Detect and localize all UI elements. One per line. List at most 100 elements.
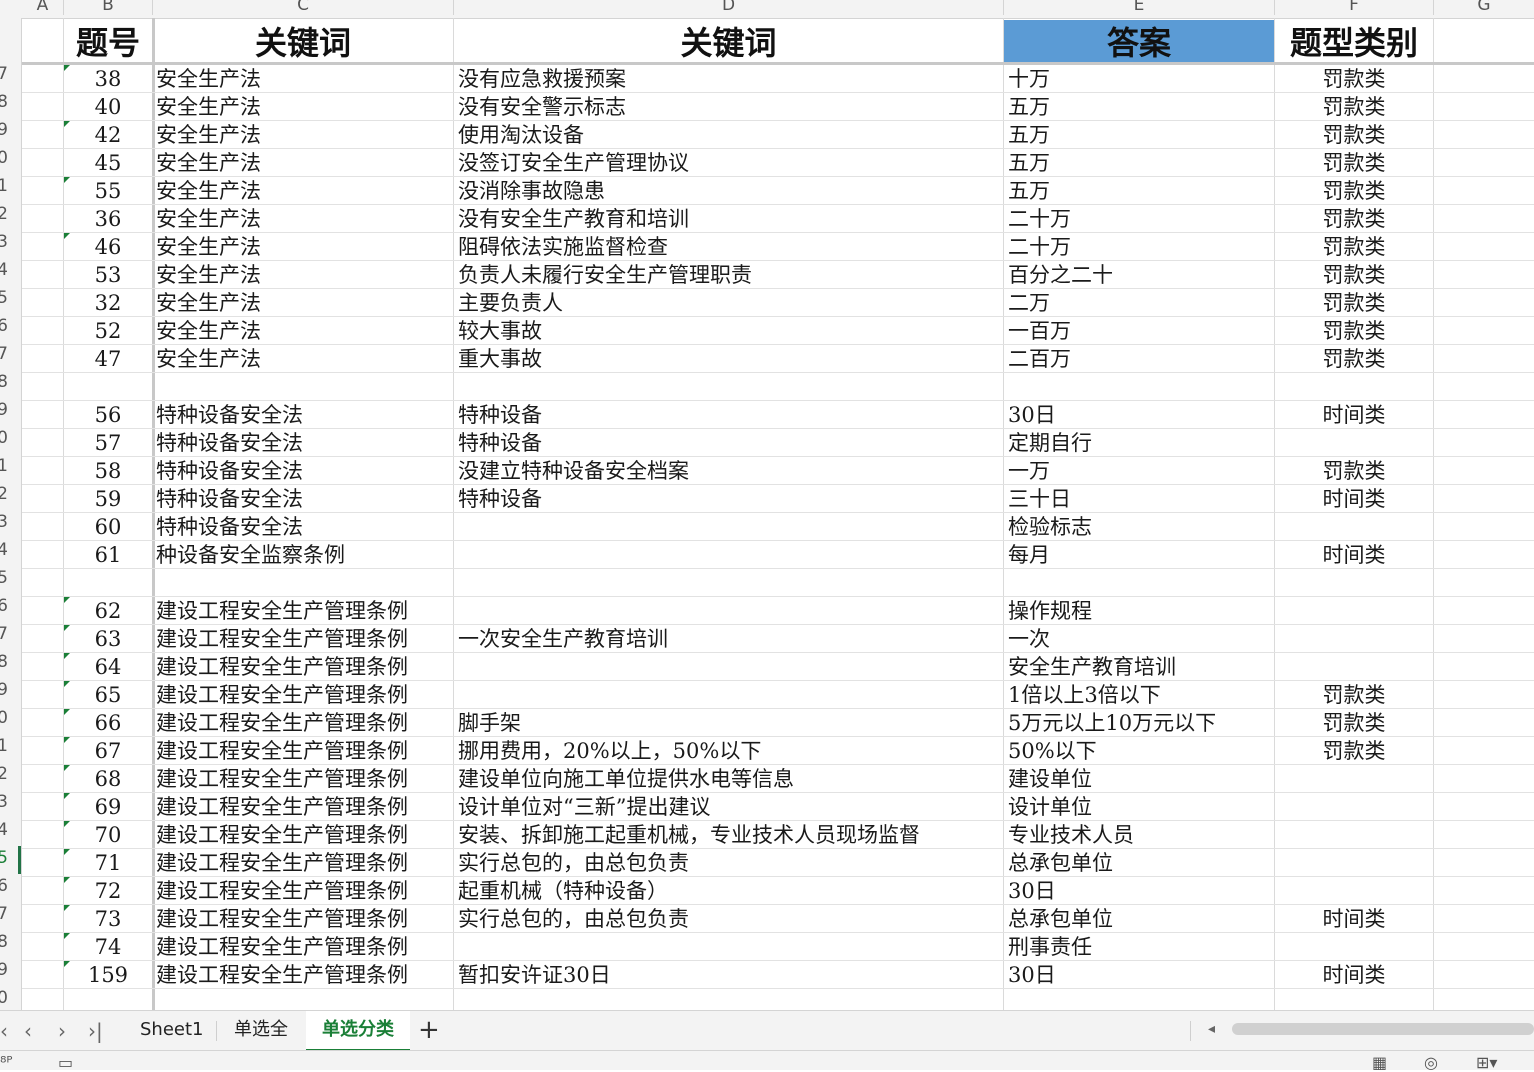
- row-number[interactable]: 9: [0, 400, 8, 420]
- cell-ans[interactable]: 二十万: [1008, 233, 1274, 261]
- cell-cat[interactable]: [1275, 513, 1433, 541]
- row-number[interactable]: 5: [0, 288, 8, 308]
- cell-law[interactable]: 安全生产法: [156, 93, 453, 121]
- cell-law[interactable]: 安全生产法: [156, 149, 453, 177]
- cell-cat[interactable]: 时间类: [1275, 401, 1433, 429]
- cell-kw[interactable]: 重大事故: [458, 345, 1003, 373]
- row-number[interactable]: 7: [0, 624, 8, 644]
- row-number[interactable]: 0: [0, 988, 8, 1008]
- cell-num[interactable]: 47: [64, 345, 152, 373]
- cell-ans[interactable]: 30日: [1008, 877, 1274, 905]
- row-number[interactable]: 2: [0, 484, 8, 504]
- cell-law[interactable]: 建设工程安全生产管理条例: [156, 597, 453, 625]
- header-question-type[interactable]: 题型类别: [1275, 20, 1433, 62]
- cell-ans[interactable]: 五万: [1008, 149, 1274, 177]
- cell-kw[interactable]: 实行总包的，由总包负责: [458, 905, 1003, 933]
- cell-kw[interactable]: 脚手架: [458, 709, 1003, 737]
- row-number[interactable]: 9: [0, 960, 8, 980]
- cell-cat[interactable]: 罚款类: [1275, 233, 1433, 261]
- cell-ans[interactable]: 总承包单位: [1008, 849, 1274, 877]
- row-number[interactable]: 9: [0, 680, 8, 700]
- cell-ans[interactable]: 一万: [1008, 457, 1274, 485]
- cell-cat[interactable]: 时间类: [1275, 905, 1433, 933]
- cell-num[interactable]: 52: [64, 317, 152, 345]
- cell-num[interactable]: 63: [64, 625, 152, 653]
- cell-num[interactable]: 159: [64, 961, 152, 989]
- first-sheet-icon[interactable]: ‹: [0, 1019, 8, 1043]
- cell-cat[interactable]: 时间类: [1275, 541, 1433, 569]
- cell-law[interactable]: 建设工程安全生产管理条例: [156, 905, 453, 933]
- cell-ans[interactable]: 检验标志: [1008, 513, 1274, 541]
- cell-kw[interactable]: [458, 373, 1003, 401]
- cell-num[interactable]: 58: [64, 457, 152, 485]
- cell-law[interactable]: 特种设备安全法: [156, 513, 453, 541]
- cell-kw[interactable]: 较大事故: [458, 317, 1003, 345]
- tab-single-category[interactable]: 单选分类: [306, 1011, 410, 1051]
- cell-law[interactable]: 安全生产法: [156, 65, 453, 93]
- cell-ans[interactable]: 五万: [1008, 177, 1274, 205]
- cell-cat[interactable]: 罚款类: [1275, 737, 1433, 765]
- column-header-c[interactable]: C: [153, 0, 454, 15]
- last-sheet-icon[interactable]: ›|: [88, 1019, 103, 1043]
- row-number[interactable]: 4: [0, 540, 8, 560]
- cell-num[interactable]: 45: [64, 149, 152, 177]
- cell-ans[interactable]: 二百万: [1008, 345, 1274, 373]
- cell-kw[interactable]: 没有安全生产教育和培训: [458, 205, 1003, 233]
- row-number[interactable]: 5: [0, 568, 8, 588]
- cell-num[interactable]: 32: [64, 289, 152, 317]
- row-number[interactable]: 0: [0, 708, 8, 728]
- cell-num[interactable]: 66: [64, 709, 152, 737]
- cell-law[interactable]: 建设工程安全生产管理条例: [156, 793, 453, 821]
- cell-law[interactable]: 建设工程安全生产管理条例: [156, 877, 453, 905]
- cell-law[interactable]: 建设工程安全生产管理条例: [156, 933, 453, 961]
- tab-single-all[interactable]: 单选全: [218, 1011, 304, 1049]
- cell-ans[interactable]: 50%以下: [1008, 737, 1274, 765]
- cell-num[interactable]: 53: [64, 261, 152, 289]
- cell-ans[interactable]: 三十日: [1008, 485, 1274, 513]
- cell-num[interactable]: 55: [64, 177, 152, 205]
- row-number[interactable]: 3: [0, 232, 8, 252]
- cell-num[interactable]: 72: [64, 877, 152, 905]
- cell-kw[interactable]: 没签订安全生产管理协议: [458, 149, 1003, 177]
- cell-kw[interactable]: [458, 681, 1003, 709]
- row-number[interactable]: 9: [0, 120, 8, 140]
- cell-law[interactable]: 安全生产法: [156, 177, 453, 205]
- row-number[interactable]: 4: [0, 820, 8, 840]
- cell-ans[interactable]: 五万: [1008, 93, 1274, 121]
- cell-ans[interactable]: 五万: [1008, 121, 1274, 149]
- cell-law[interactable]: 种设备安全监察条例: [156, 541, 453, 569]
- cell-cat[interactable]: 罚款类: [1275, 345, 1433, 373]
- cell-num[interactable]: [64, 373, 152, 401]
- prev-sheet-icon[interactable]: ‹: [24, 1019, 32, 1043]
- cell-cat[interactable]: [1275, 625, 1433, 653]
- cell-num[interactable]: 62: [64, 597, 152, 625]
- cell-cat[interactable]: 罚款类: [1275, 121, 1433, 149]
- page-view-icon[interactable]: ⊞▾: [1476, 1053, 1497, 1072]
- row-number[interactable]: 8: [0, 92, 8, 112]
- cell-num[interactable]: 38: [64, 65, 152, 93]
- cell-cat[interactable]: 罚款类: [1275, 177, 1433, 205]
- cell-kw[interactable]: [458, 653, 1003, 681]
- cell-law[interactable]: 建设工程安全生产管理条例: [156, 849, 453, 877]
- cell-ans[interactable]: [1008, 373, 1274, 401]
- cell-ans[interactable]: 30日: [1008, 961, 1274, 989]
- cell-kw[interactable]: [458, 513, 1003, 541]
- row-number[interactable]: 2: [0, 764, 8, 784]
- cell-kw[interactable]: 没有应急救援预案: [458, 65, 1003, 93]
- cell-ans[interactable]: 百分之二十: [1008, 261, 1274, 289]
- column-header-f[interactable]: F: [1275, 0, 1434, 15]
- cell-kw[interactable]: 没建立特种设备安全档案: [458, 457, 1003, 485]
- row-number[interactable]: 4: [0, 260, 8, 280]
- row-number[interactable]: 3: [0, 792, 8, 812]
- column-header-g[interactable]: G: [1434, 0, 1534, 15]
- cell-ans[interactable]: 安全生产教育培训: [1008, 653, 1274, 681]
- cell-ans[interactable]: 二十万: [1008, 205, 1274, 233]
- cell-num[interactable]: 36: [64, 205, 152, 233]
- cell-law[interactable]: 建设工程安全生产管理条例: [156, 765, 453, 793]
- cell-law[interactable]: 特种设备安全法: [156, 485, 453, 513]
- cell-cat[interactable]: 罚款类: [1275, 261, 1433, 289]
- cell-kw[interactable]: 暂扣安许证30日: [458, 961, 1003, 989]
- cell-ans[interactable]: 设计单位: [1008, 793, 1274, 821]
- cell-kw[interactable]: 主要负责人: [458, 289, 1003, 317]
- cell-cat[interactable]: 罚款类: [1275, 149, 1433, 177]
